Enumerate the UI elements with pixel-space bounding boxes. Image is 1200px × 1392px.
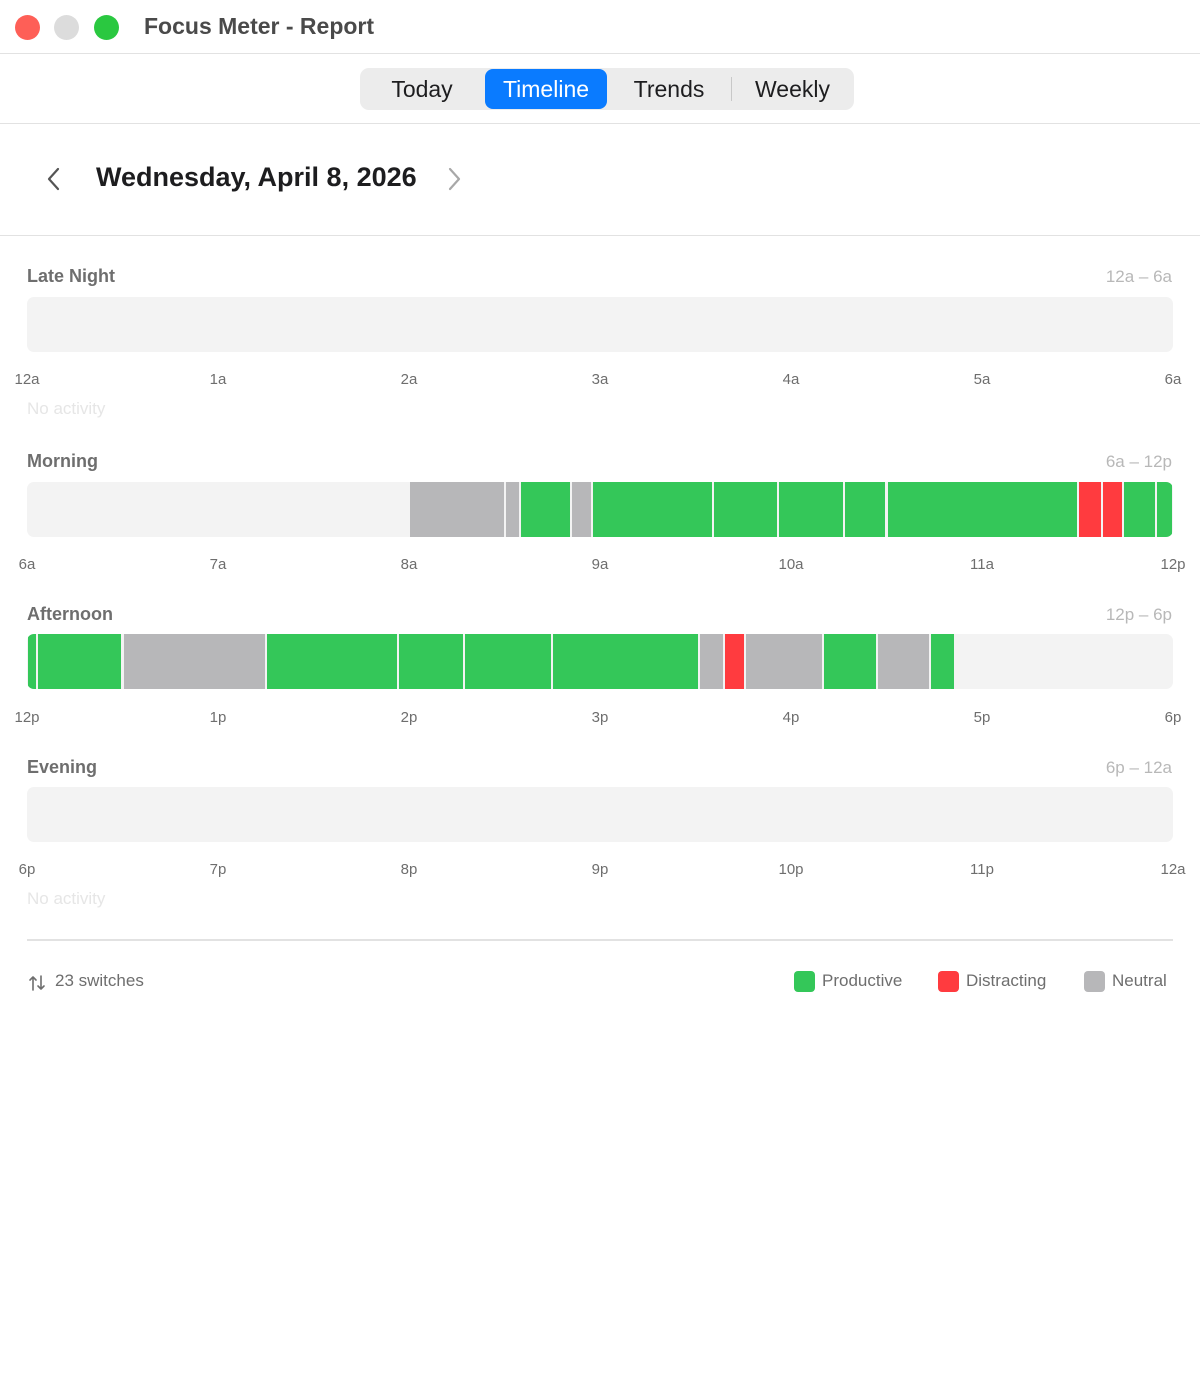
time-tick-label: 2a	[400, 371, 418, 388]
time-tick-label: 10a	[778, 556, 804, 573]
time-tick-label: 3p	[591, 709, 609, 726]
activity-block-neutral[interactable]	[572, 482, 592, 537]
current-date: Wednesday, April 8, 2026	[96, 162, 417, 192]
activity-block-productive[interactable]	[931, 634, 955, 689]
activity-block-productive[interactable]	[824, 634, 876, 689]
tab-weekly[interactable]: Weekly	[732, 69, 853, 109]
zoom-window-button[interactable]	[94, 15, 119, 40]
activity-block-distracting[interactable]	[725, 634, 745, 689]
no-activity-evening: No activity	[27, 889, 106, 908]
section-title-morning: Morning	[27, 451, 98, 471]
activity-block-productive[interactable]	[520, 482, 571, 537]
time-tick-label: 11a	[970, 556, 994, 573]
previous-day-button[interactable]	[40, 164, 68, 194]
timeline-track-morning	[27, 482, 1173, 537]
section-title-evening: Evening	[27, 757, 98, 777]
tab-today[interactable]: Today	[361, 69, 483, 109]
timeline-track-afternoon	[27, 634, 1173, 689]
time-tick-label: 5a	[973, 371, 991, 388]
time-tick-label: 7p	[209, 861, 227, 878]
view-segmented-control: Today Timeline Trends Weekly	[360, 68, 854, 110]
activity-block-distracting[interactable]	[1103, 482, 1123, 537]
timeline-track-evening	[27, 787, 1173, 842]
chevron-left-icon	[47, 167, 60, 191]
section-title-late-night: Late Night	[27, 266, 115, 286]
time-tick-label: 4p	[782, 709, 800, 726]
activity-block-productive[interactable]	[553, 634, 699, 689]
tab-trends[interactable]: Trends	[608, 69, 730, 109]
time-tick-label: 11p	[970, 861, 994, 878]
date-navigation: Wednesday, April 8, 2026	[0, 124, 1200, 236]
activity-block-neutral[interactable]	[410, 482, 504, 537]
time-tick-label: 3a	[591, 371, 609, 388]
activity-block-distracting[interactable]	[1078, 482, 1102, 537]
legend-swatch-productive	[794, 971, 815, 992]
activity-block-productive[interactable]	[713, 482, 777, 537]
time-tick-label: 9p	[591, 861, 609, 878]
time-tick-label: 6a	[1164, 371, 1182, 388]
time-tick-label: 10p	[778, 861, 804, 878]
section-range-morning: 6a – 12p	[1105, 452, 1172, 471]
section-title-afternoon: Afternoon	[27, 604, 113, 624]
section-range-afternoon: 12p – 6p	[1105, 605, 1172, 624]
activity-block-productive[interactable]	[778, 482, 844, 537]
time-tick-label: 9a	[591, 556, 609, 573]
switch-arrows-icon	[29, 975, 45, 991]
activity-block-productive[interactable]	[887, 482, 1077, 537]
activity-block-neutral[interactable]	[123, 634, 265, 689]
minimize-window-button[interactable]	[54, 15, 79, 40]
time-tick-label: 6a	[18, 556, 36, 573]
time-tick-label: 12a	[14, 371, 40, 388]
time-tick-label: 7a	[209, 556, 227, 573]
activity-block-productive[interactable]	[465, 634, 552, 689]
chevron-right-icon	[448, 167, 461, 191]
activity-block-productive[interactable]	[593, 482, 712, 537]
legend-swatch-neutral	[1084, 971, 1105, 992]
time-tick-label: 1p	[209, 709, 227, 726]
activity-block-neutral[interactable]	[877, 634, 930, 689]
next-day-button[interactable]	[440, 164, 468, 194]
legend-label-neutral: Neutral	[1112, 971, 1167, 990]
time-tick-label: 8a	[400, 556, 418, 573]
footer-divider	[27, 939, 1173, 941]
activity-block-productive[interactable]	[845, 482, 886, 537]
no-activity-late-night: No activity	[27, 399, 106, 418]
activity-block-productive[interactable]	[398, 634, 464, 689]
time-tick-label: 5p	[973, 709, 991, 726]
activity-block-neutral[interactable]	[700, 634, 724, 689]
legend-label-distracting: Distracting	[966, 971, 1047, 990]
activity-block-neutral[interactable]	[746, 634, 823, 689]
time-tick-label: 12p	[14, 709, 40, 726]
timeline-track-late-night	[27, 297, 1173, 352]
time-tick-label: 1a	[209, 371, 227, 388]
legend-swatch-distracting	[938, 971, 959, 992]
close-window-button[interactable]	[15, 15, 40, 40]
legend-label-productive: Productive	[822, 971, 903, 990]
time-tick-label: 12a	[1160, 861, 1186, 878]
time-tick-label: 2p	[400, 709, 418, 726]
switches-text: 23 switches	[55, 971, 144, 990]
activity-block-neutral[interactable]	[505, 482, 519, 537]
title-bar: Focus Meter - Report	[0, 0, 1200, 54]
tab-bar: Today Timeline Trends Weekly	[0, 55, 1200, 124]
time-tick-label: 6p	[1164, 709, 1182, 726]
activity-block-productive[interactable]	[28, 634, 36, 689]
activity-block-productive[interactable]	[1124, 482, 1155, 537]
time-tick-label: 12p	[1160, 556, 1186, 573]
section-range-late-night: 12a – 6a	[1105, 267, 1172, 286]
time-tick-label: 8p	[400, 861, 418, 878]
time-tick-label: 4a	[782, 371, 800, 388]
activity-block-productive[interactable]	[37, 634, 122, 689]
section-range-evening: 6p – 12a	[1105, 758, 1172, 777]
window-title: Focus Meter - Report	[144, 13, 375, 39]
tab-timeline[interactable]: Timeline	[485, 69, 607, 109]
activity-block-productive[interactable]	[266, 634, 397, 689]
time-tick-label: 6p	[18, 861, 36, 878]
activity-block-productive[interactable]	[1156, 482, 1172, 537]
